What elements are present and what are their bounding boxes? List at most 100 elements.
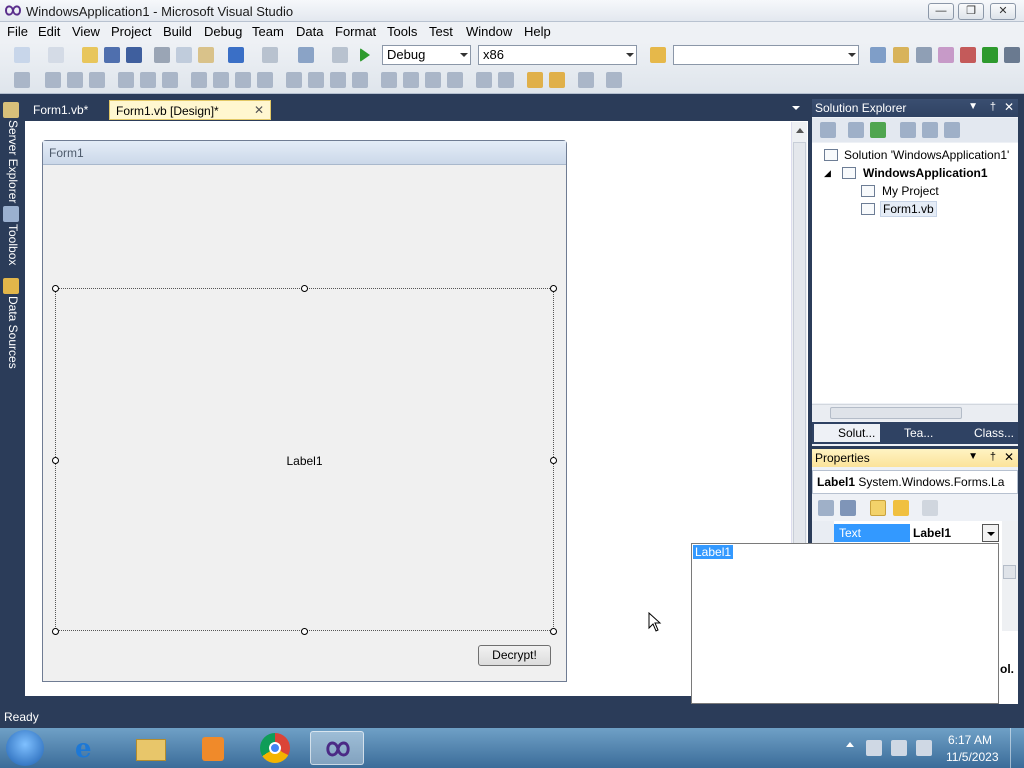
scroll-thumb[interactable] <box>830 407 962 419</box>
resize-handle[interactable] <box>550 628 557 635</box>
remove-horizontal-spacing-icon[interactable] <box>352 72 368 88</box>
size-to-grid-icon[interactable] <box>213 72 229 88</box>
resize-handle[interactable] <box>52 457 59 464</box>
media-player-taskbar-icon[interactable] <box>186 731 240 765</box>
server-explorer-tab[interactable]: Server Explorer <box>2 120 20 203</box>
new-project-icon[interactable] <box>14 47 30 63</box>
menu-project[interactable]: Project <box>111 24 151 39</box>
close-icon[interactable]: ✕ <box>990 3 1016 20</box>
close-panel-icon[interactable]: ✕ <box>1004 100 1014 114</box>
menu-team[interactable]: Team <box>252 24 284 39</box>
value-dropdown-button[interactable] <box>982 524 999 542</box>
toolbox-toolbar-icon[interactable] <box>938 47 954 63</box>
navigate-backward-icon[interactable] <box>298 47 314 63</box>
action-center-flag-icon[interactable] <box>866 740 882 756</box>
properties-icon[interactable] <box>820 122 836 138</box>
align-middles-icon[interactable] <box>140 72 156 88</box>
tree-item-project[interactable]: WindowsApplication1 <box>863 166 988 180</box>
pin-icon[interactable]: † <box>990 451 996 463</box>
expand-arrow-icon[interactable]: ◢ <box>824 168 831 179</box>
menu-build[interactable]: Build <box>163 24 192 39</box>
text-editor-value[interactable]: Label1 <box>693 545 734 559</box>
tab-list-dropdown-icon[interactable] <box>792 106 800 110</box>
menu-edit[interactable]: Edit <box>38 24 60 39</box>
refresh-icon[interactable] <box>870 122 886 138</box>
tab-solution-explorer[interactable]: Solut... <box>814 424 880 442</box>
scroll-thumb[interactable] <box>1003 565 1016 579</box>
view-class-diagram-icon[interactable] <box>944 122 960 138</box>
redo-icon[interactable] <box>262 47 278 63</box>
clock-time[interactable]: 6:17 AM <box>948 733 992 747</box>
menu-data[interactable]: Data <box>296 24 323 39</box>
pin-icon[interactable]: † <box>990 101 996 113</box>
paste-icon[interactable] <box>198 47 214 63</box>
resize-handle[interactable] <box>52 628 59 635</box>
data-sources-tab[interactable]: Data Sources <box>2 296 20 369</box>
scroll-up-icon[interactable] <box>796 128 804 133</box>
tree-item-my-project[interactable]: My Project <box>882 184 939 198</box>
solution-platform-dropdown[interactable]: x86 <box>478 45 637 65</box>
increase-horizontal-spacing-icon[interactable] <box>308 72 324 88</box>
tab-class-view[interactable]: Class... <box>974 426 1014 440</box>
find-combo[interactable] <box>673 45 859 65</box>
object-selector-dropdown[interactable]: Label1 System.Windows.Forms.La <box>812 470 1018 494</box>
menu-view[interactable]: View <box>72 24 100 39</box>
volume-muted-icon[interactable] <box>916 740 932 756</box>
resize-handle[interactable] <box>301 628 308 635</box>
alphabetical-icon[interactable] <box>840 500 856 516</box>
chrome-taskbar-icon[interactable] <box>248 731 302 765</box>
tree-item-solution[interactable]: Solution 'WindowsApplication1' <box>844 148 1009 162</box>
find-in-files-icon[interactable] <box>650 47 666 63</box>
menu-help[interactable]: Help <box>524 24 551 39</box>
property-name-text[interactable]: Text <box>834 524 910 542</box>
vertical-spacing-icon[interactable] <box>381 72 397 88</box>
solution-configuration-dropdown[interactable]: Debug <box>382 45 471 65</box>
add-item-icon[interactable] <box>48 47 64 63</box>
menu-window[interactable]: Window <box>466 24 512 39</box>
align-centers-icon[interactable] <box>67 72 83 88</box>
make-same-height-icon[interactable] <box>235 72 251 88</box>
remove-vertical-spacing-icon[interactable] <box>447 72 463 88</box>
tab-team-explorer[interactable]: Tea... <box>904 426 933 440</box>
property-pages-icon[interactable] <box>922 500 938 516</box>
copy-icon[interactable] <box>176 47 192 63</box>
cut-icon[interactable] <box>154 47 170 63</box>
show-all-files-icon[interactable] <box>848 122 864 138</box>
minimize-icon[interactable]: — <box>928 3 954 20</box>
categorized-icon[interactable] <box>818 500 834 516</box>
menu-test[interactable]: Test <box>429 24 453 39</box>
increase-vertical-spacing-icon[interactable] <box>403 72 419 88</box>
align-bottoms-icon[interactable] <box>162 72 178 88</box>
menu-file[interactable]: File <box>7 24 28 39</box>
show-desktop-button[interactable] <box>1010 728 1024 768</box>
save-icon[interactable] <box>104 47 120 63</box>
undo-icon[interactable] <box>228 47 244 63</box>
file-explorer-taskbar-icon[interactable] <box>124 731 178 765</box>
lock-controls-icon[interactable] <box>606 72 622 88</box>
tab-order-icon[interactable] <box>578 72 594 88</box>
align-lefts-icon[interactable] <box>45 72 61 88</box>
tab-form1-design[interactable]: Form1.vb [Design]* ✕ <box>109 100 271 120</box>
resize-handle[interactable] <box>550 285 557 292</box>
decrease-vertical-spacing-icon[interactable] <box>425 72 441 88</box>
start-debugging-icon[interactable] <box>360 48 370 62</box>
bring-to-front-icon[interactable] <box>527 72 543 88</box>
align-rights-icon[interactable] <box>89 72 105 88</box>
text-value-editor-popup[interactable]: Label1 <box>691 543 999 704</box>
horizontal-spacing-icon[interactable] <box>286 72 302 88</box>
restore-icon[interactable]: ❐ <box>958 3 984 20</box>
resize-handle[interactable] <box>301 285 308 292</box>
resize-handle[interactable] <box>52 285 59 292</box>
tree-item-form1[interactable]: Form1.vb <box>880 201 937 217</box>
save-all-icon[interactable] <box>126 47 142 63</box>
center-horizontally-icon[interactable] <box>476 72 492 88</box>
show-hidden-icons-icon[interactable] <box>846 742 854 747</box>
center-vertically-icon[interactable] <box>498 72 514 88</box>
properties-toolbar-icon[interactable] <box>893 47 909 63</box>
toolbox-tab[interactable]: Toolbox <box>2 224 20 265</box>
panel-menu-icon[interactable]: ▼ <box>968 451 978 462</box>
internet-explorer-taskbar-icon[interactable]: e <box>62 731 116 765</box>
object-browser-icon[interactable] <box>916 47 932 63</box>
solution-explorer-toolbar-icon[interactable] <box>870 47 886 63</box>
decrypt-button[interactable]: Decrypt! <box>478 645 551 666</box>
